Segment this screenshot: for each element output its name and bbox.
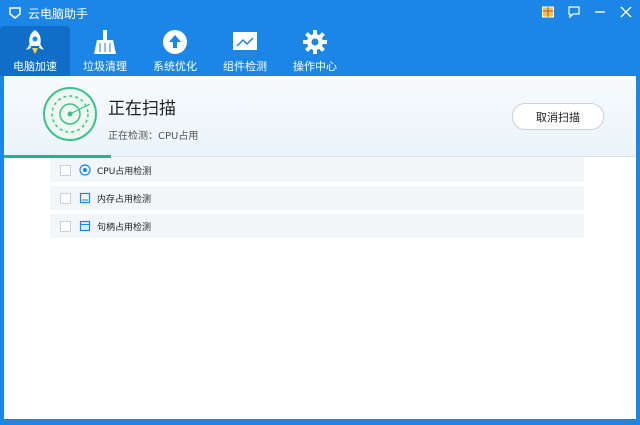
list-item-label: CPU占用检测 (97, 166, 152, 177)
close-icon[interactable] (618, 4, 634, 20)
radar-scan-icon (42, 86, 98, 142)
message-icon[interactable] (566, 4, 582, 20)
tab-label: 组件检测 (223, 60, 267, 73)
gift-icon[interactable] (540, 4, 556, 20)
window-controls (540, 4, 634, 20)
tab-cleanup[interactable]: 垃圾清理 (70, 26, 140, 76)
main-content: 正在扫描 正在检测：CPU占用 取消扫描 CPU占用检测 内存占用检测 句柄占用… (4, 76, 636, 419)
tab-operations[interactable]: 操作中心 (280, 26, 350, 76)
tab-label: 垃圾清理 (83, 60, 127, 73)
scan-status: 正在检测：CPU占用 (108, 131, 199, 142)
tab-label: 操作中心 (293, 60, 337, 73)
tab-components[interactable]: 组件检测 (210, 26, 280, 76)
broom-icon (90, 28, 120, 56)
memory-icon (79, 192, 91, 204)
list-item: CPU占用检测 (50, 158, 584, 182)
cpu-icon (79, 164, 91, 176)
scan-title: 正在扫描 (108, 99, 176, 119)
handle-icon (79, 220, 91, 232)
list-item: 句柄占用检测 (50, 214, 584, 238)
upload-icon (160, 28, 190, 56)
checkbox[interactable] (60, 192, 71, 204)
tab-speedup[interactable]: 电脑加速 (0, 26, 70, 76)
list-item-label: 句柄占用检测 (97, 222, 152, 233)
gear-icon (300, 28, 330, 56)
tab-optimize[interactable]: 系统优化 (140, 26, 210, 76)
monitor-icon (230, 28, 260, 56)
list-item-label: 内存占用检测 (97, 194, 152, 205)
tab-label: 系统优化 (153, 60, 197, 73)
app-logo-icon (8, 6, 22, 20)
list-item: 内存占用检测 (50, 186, 584, 210)
check-list: CPU占用检测 内存占用检测 句柄占用检测 (50, 158, 584, 242)
rocket-icon (20, 28, 50, 56)
cancel-scan-button[interactable]: 取消扫描 (512, 103, 604, 130)
minimize-icon[interactable] (592, 4, 608, 20)
tab-label: 电脑加速 (13, 60, 57, 73)
checkbox[interactable] (60, 164, 71, 176)
title-bar: 云电脑助手 (0, 0, 640, 26)
main-nav: 电脑加速 垃圾清理 系统优化 组件检测 操作中心 (0, 26, 640, 76)
app-title: 云电脑助手 (28, 6, 89, 21)
scan-header: 正在扫描 正在检测：CPU占用 取消扫描 (4, 76, 636, 157)
app-window: 云电脑助手 电脑加速 垃圾清理 系统优化 组件检测 操作中心 正在扫描 正在检测… (0, 0, 640, 425)
checkbox[interactable] (60, 220, 71, 232)
